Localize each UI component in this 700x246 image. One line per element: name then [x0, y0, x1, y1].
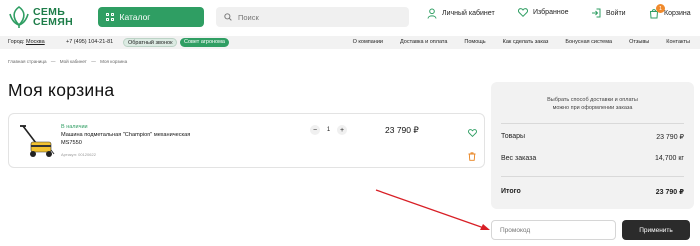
summary-divider	[501, 176, 684, 177]
nav-link-contacts[interactable]: Контакты	[666, 39, 690, 45]
total-value: 23 790 ₽	[655, 189, 684, 196]
page-title: Моя корзина	[8, 80, 115, 100]
product-image[interactable]	[17, 123, 55, 159]
favorites-label: Избранное	[533, 9, 569, 16]
heart-icon	[468, 129, 477, 138]
favorites-link[interactable]: Избранное	[518, 8, 568, 17]
decrease-quantity-button[interactable]: −	[310, 125, 320, 135]
product-article: Артикул: 00120622	[61, 152, 96, 157]
cart-count-badge: 1	[656, 4, 665, 13]
catalog-label: Каталог	[119, 12, 151, 22]
search-bar[interactable]	[216, 7, 409, 27]
weight-value: 14,700 кг	[655, 155, 684, 162]
promo-code-input[interactable]	[491, 220, 616, 240]
breadcrumb-separator: —	[50, 59, 56, 64]
catalog-button[interactable]: Каталог	[98, 7, 204, 27]
increase-quantity-button[interactable]: +	[337, 125, 347, 135]
delivery-note-line-2: можно при оформлении заказа	[552, 104, 633, 111]
summary-goods-row: Товары 23 790 ₽	[501, 133, 684, 141]
city-name: Москва	[25, 39, 45, 45]
delivery-note: Выбрать способ доставки и оплаты можно п…	[491, 97, 694, 112]
breadcrumb-separator: —	[91, 59, 96, 64]
callback-button[interactable]: Обратный звонок	[123, 38, 178, 47]
login-icon	[592, 8, 601, 18]
nav-link-delivery[interactable]: Доставка и оплата	[400, 39, 447, 45]
goods-value: 23 790 ₽	[656, 134, 684, 141]
account-link[interactable]: Личный кабинет	[427, 8, 495, 19]
login-link[interactable]: Войти	[591, 8, 626, 18]
city-selector[interactable]: Город: Москва	[8, 39, 45, 45]
nav-links: О компании Доставка и оплата Помощь Как …	[353, 39, 690, 45]
logo-line-2: СЕМЯН	[33, 16, 73, 28]
summary-divider	[501, 123, 684, 124]
heart-icon	[518, 8, 528, 17]
site-header: СЕМЬ СЕМЯН Каталог Личный кабинет Избран…	[0, 0, 700, 36]
nav-link-help[interactable]: Помощь	[464, 39, 485, 45]
agronomist-advice-button[interactable]: Совет агронома	[180, 38, 229, 47]
breadcrumb: Главная страница — Мой кабинет — Моя кор…	[8, 59, 130, 64]
product-name[interactable]: Машина подметальная "Champion" механичес…	[61, 132, 206, 147]
stock-status: В наличии	[61, 124, 88, 130]
order-summary: Выбрать способ доставки и оплаты можно п…	[491, 82, 694, 209]
trash-icon	[468, 152, 476, 161]
top-nav-bar: Город: Москва +7 (495) 104-21-81 Обратны…	[0, 36, 700, 49]
total-label: Итого	[501, 188, 521, 195]
breadcrumb-account[interactable]: Мой кабинет	[60, 59, 87, 64]
quantity-stepper: − 1 +	[310, 125, 347, 135]
logo-text: СЕМЬ СЕМЯН	[33, 7, 73, 28]
breadcrumb-home[interactable]: Главная страница	[8, 59, 47, 64]
remove-item-button[interactable]	[468, 148, 476, 166]
add-to-favorites-button[interactable]	[468, 124, 477, 142]
item-price: 23 790 ₽	[385, 125, 419, 135]
nav-link-about[interactable]: О компании	[353, 39, 383, 45]
search-icon	[224, 13, 232, 21]
login-label: Войти	[606, 9, 626, 17]
leaf-logo-icon	[9, 6, 29, 28]
weight-label: Вес заказа	[501, 155, 537, 162]
cart-item-card: В наличии Машина подметальная "Champion"…	[8, 113, 485, 168]
summary-weight-row: Вес заказа 14,700 кг	[501, 155, 684, 162]
grid-icon	[106, 13, 114, 21]
city-prefix: Город:	[8, 39, 25, 45]
summary-total-row: Итого 23 790 ₽	[501, 188, 684, 196]
search-input[interactable]	[238, 12, 388, 22]
cart-label: Корзина	[664, 10, 691, 17]
nav-link-how-to-order[interactable]: Как сделать заказ	[503, 39, 549, 45]
quantity-value[interactable]: 1	[320, 127, 337, 133]
nav-link-bonus[interactable]: Бонусная система	[565, 39, 612, 45]
delivery-note-line-1: Выбрать способ доставки и оплаты	[547, 97, 638, 103]
nav-link-reviews[interactable]: Отзывы	[629, 39, 649, 45]
apply-promo-button[interactable]: Применить	[622, 220, 690, 240]
user-icon	[427, 8, 437, 19]
goods-label: Товары	[501, 133, 526, 140]
breadcrumb-current: Моя корзина	[100, 59, 128, 64]
phone-number[interactable]: +7 (495) 104-21-81	[66, 39, 113, 45]
logo[interactable]: СЕМЬ СЕМЯН	[8, 5, 73, 29]
account-label: Личный кабинет	[442, 10, 495, 17]
